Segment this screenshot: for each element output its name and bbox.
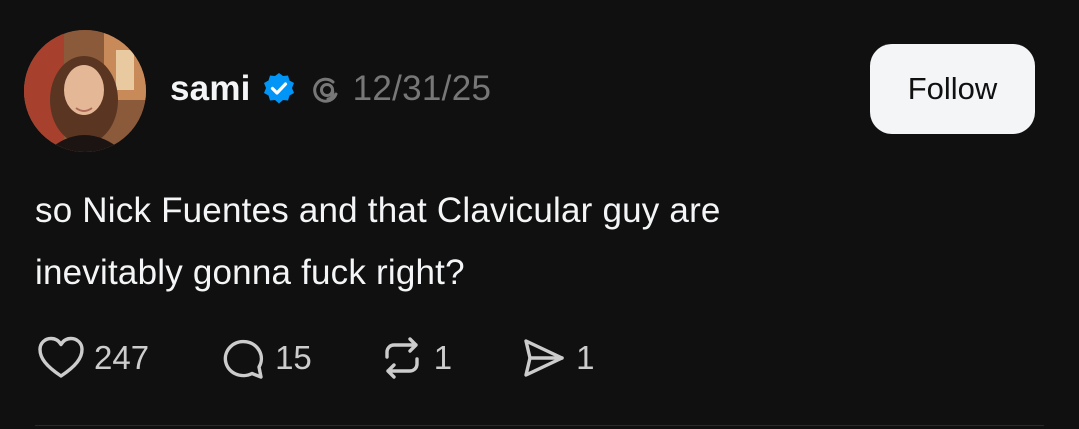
post-timestamp: 12/31/25: [352, 69, 492, 108]
reply-count: 15: [275, 339, 312, 376]
post-card: sami 12/31/25 Follow so Nick Fuentes and…: [0, 0, 1079, 429]
username[interactable]: sami: [170, 69, 251, 109]
share-button[interactable]: 1: [520, 335, 595, 381]
like-count: 247: [94, 339, 150, 376]
repost-button[interactable]: 1: [378, 335, 452, 381]
post-text-line: inevitably gonna fuck right?: [35, 253, 465, 292]
avatar[interactable]: [24, 30, 146, 152]
repost-icon: [385, 337, 419, 379]
like-button[interactable]: 247: [36, 335, 149, 381]
repost-count: 1: [433, 339, 453, 376]
share-count: 1: [576, 339, 595, 376]
verified-badge-icon: [261, 71, 297, 107]
divider: [35, 425, 1044, 426]
post-text-line: so Nick Fuentes and that Clavicular guy …: [35, 191, 721, 230]
heart-icon: [38, 336, 84, 378]
threads-logo-icon: [309, 72, 343, 106]
comment-bubble-icon: [223, 339, 264, 379]
post-header: sami 12/31/25: [170, 66, 491, 112]
post-actions: 247 15 1 1: [36, 334, 595, 382]
send-icon: [524, 339, 564, 377]
reply-button[interactable]: 15: [219, 335, 312, 381]
post-text: so Nick Fuentes and that Clavicular guy …: [35, 180, 1035, 304]
follow-button[interactable]: Follow: [870, 44, 1035, 134]
